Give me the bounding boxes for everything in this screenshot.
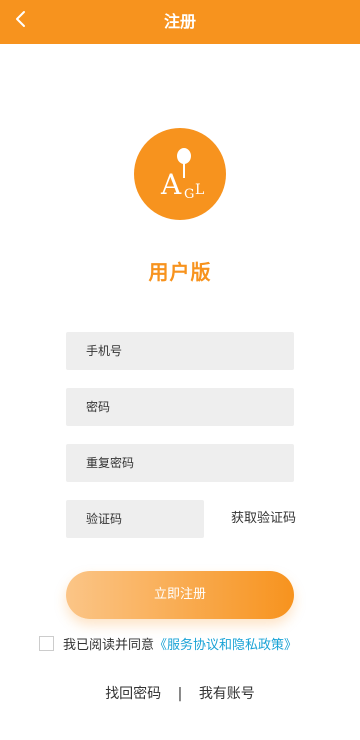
password-field[interactable] bbox=[66, 388, 294, 426]
phone-field[interactable] bbox=[66, 332, 294, 370]
repeat-password-field[interactable] bbox=[66, 444, 294, 482]
version-title: 用户版 bbox=[148, 260, 212, 284]
agreement-text: 我已阅读并同意 bbox=[63, 637, 155, 653]
phone-input[interactable] bbox=[86, 332, 294, 370]
agreement-row: 我已阅读并同意 《服务协议和隐私政策》 bbox=[39, 634, 297, 653]
logo-letter-g: G bbox=[184, 187, 194, 202]
repeat-password-input[interactable] bbox=[86, 444, 294, 482]
links-separator: | bbox=[177, 686, 183, 702]
logo-letter-l: L bbox=[195, 182, 204, 198]
agreement-link[interactable]: 《服务协议和隐私政策》 bbox=[154, 634, 297, 653]
recover-password-link[interactable]: 找回密码 bbox=[105, 686, 161, 702]
bottom-links: 找回密码 | 我有账号 bbox=[0, 683, 360, 703]
logo-letter-a: A bbox=[160, 168, 182, 201]
register-button[interactable]: 立即注册 bbox=[66, 571, 294, 619]
page-title: 注册 bbox=[163, 12, 196, 31]
password-input[interactable] bbox=[86, 388, 294, 426]
have-account-link[interactable]: 我有账号 bbox=[199, 686, 255, 702]
verification-code-input[interactable] bbox=[86, 500, 204, 538]
app-logo: A G L bbox=[134, 128, 226, 220]
header-bar: 注册 bbox=[0, 0, 360, 44]
agreement-checkbox[interactable] bbox=[39, 635, 54, 651]
get-code-button[interactable]: 获取验证码 bbox=[224, 500, 296, 538]
verification-code-field[interactable] bbox=[66, 500, 204, 538]
